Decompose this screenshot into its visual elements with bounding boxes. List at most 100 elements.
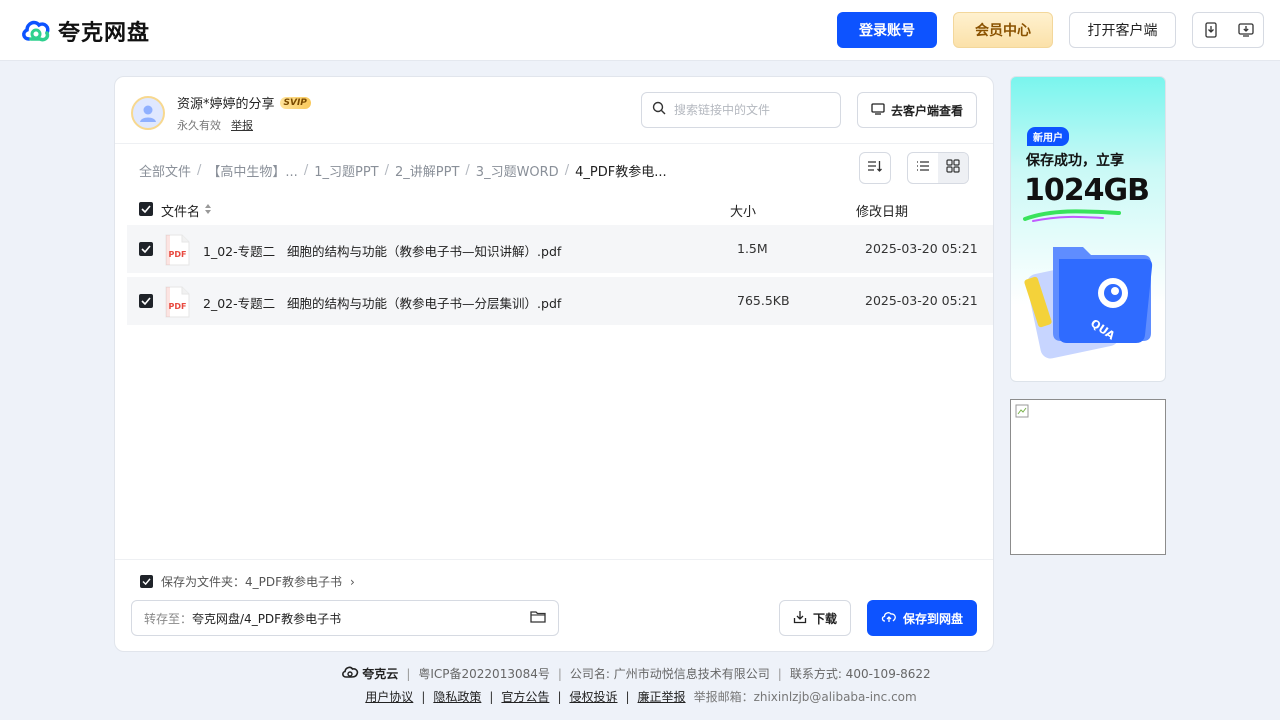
save-path-selector[interactable]: 转存至： 夸克网盘/4_PDF教参电子书	[131, 600, 559, 636]
save-path-label: 转存至：	[144, 611, 193, 626]
breadcrumb-item[interactable]: 3_习题WORD	[476, 161, 559, 180]
grid-view-icon	[946, 159, 960, 177]
cloud-logo-icon	[20, 15, 52, 47]
save-path-value: 夸克网盘/4_PDF教参电子书	[192, 611, 342, 626]
search-box[interactable]	[641, 92, 841, 128]
row-checkbox[interactable]	[139, 294, 153, 308]
download-label: 下载	[812, 611, 837, 626]
breadcrumb-separator: /	[303, 163, 309, 178]
footer-link-announcement[interactable]: 官方公告	[501, 688, 549, 705]
file-date: 2025-03-20 05:21	[865, 293, 978, 308]
svg-text:PDF: PDF	[169, 250, 187, 259]
promo-capacity: 1024GB	[1024, 173, 1150, 208]
footer-link-user-agreement[interactable]: 用户协议	[365, 688, 413, 705]
view-toggle	[907, 152, 969, 184]
open-client-button[interactable]: 打开客户端	[1069, 12, 1176, 48]
vip-center-button[interactable]: 会员中心	[953, 12, 1053, 48]
breadcrumb-separator: /	[465, 163, 470, 178]
file-name[interactable]: 1_02-专题二 细胞的结构与功能（教参电子书—知识讲解）.pdf	[203, 241, 561, 260]
table-row[interactable]: PDF 2_02-专题二 细胞的结构与功能（教参电子书—分层集训）.pdf 76…	[127, 277, 993, 325]
contact-info: 联系方式: 400-109-8622	[789, 667, 931, 681]
sharer-name: 资源*婷婷的分享	[177, 97, 275, 112]
footer-separator: |	[557, 689, 562, 704]
column-date-header: 修改日期	[856, 205, 909, 220]
broken-image-icon	[1015, 404, 1029, 422]
breadcrumb-item[interactable]: 1_习题PPT	[314, 161, 378, 180]
footer-logo-text: 夸克云	[362, 667, 399, 681]
sharer-info: 资源*婷婷的分享 SVIP 永久有效 举报	[131, 93, 311, 133]
column-size-header: 大小	[730, 205, 757, 220]
footer-link-integrity-report[interactable]: 廉正举报	[638, 688, 686, 705]
footer-links: 用户协议 | 隐私政策 | 官方公告 | 侵权投诉 | 廉正举报 举报邮箱：zh…	[0, 688, 1280, 705]
table-row[interactable]: PDF 1_02-专题二 细胞的结构与功能（教参电子书—知识讲解）.pdf 1.…	[127, 225, 993, 273]
header-icon-group	[1192, 12, 1264, 48]
promo-underline-swoosh	[1023, 205, 1123, 227]
footer-link-privacy[interactable]: 隐私政策	[433, 688, 481, 705]
sort-arrows-icon	[204, 203, 212, 219]
download-button[interactable]: 下载	[779, 600, 851, 636]
row-checkbox[interactable]	[139, 242, 153, 256]
search-icon	[652, 101, 666, 119]
file-size: 765.5KB	[737, 293, 790, 308]
sort-icon	[867, 159, 883, 177]
svip-badge: SVIP	[279, 96, 311, 109]
search-input[interactable]	[674, 103, 824, 117]
file-date: 2025-03-20 05:21	[865, 241, 978, 256]
download-icon	[793, 610, 807, 627]
footer-separator: |	[625, 689, 630, 704]
footer-info: 夸克云 | 粤ICP备2022013084号 | 公司名: 广州市动悦信息技术有…	[0, 665, 1272, 682]
folder-illustration-icon: QUA	[1021, 237, 1157, 365]
sort-button[interactable]	[859, 152, 891, 184]
column-name-label: 文件名	[161, 205, 201, 220]
list-view-button[interactable]	[908, 153, 938, 183]
save-as-folder-option[interactable]: 保存为文件夹：4_PDF教参电子书 ›	[140, 573, 355, 590]
desktop-download-icon[interactable]	[1228, 13, 1263, 47]
footer-separator: |	[489, 689, 494, 704]
save-as-folder-checkbox[interactable]	[140, 575, 153, 588]
promo-text: 保存成功，立享	[1026, 153, 1124, 169]
report-email: 举报邮箱：zhixinlzjb@alibaba-inc.com	[693, 690, 917, 704]
cloud-upload-icon	[881, 610, 897, 626]
file-name[interactable]: 2_02-专题二 细胞的结构与功能（教参电子书—分层集训）.pdf	[203, 293, 561, 312]
view-in-client-label: 去客户端查看	[890, 103, 963, 118]
promo-banner[interactable]: 新用户 保存成功，立享 1024GB QUA	[1010, 76, 1166, 382]
icp-number[interactable]: 粤ICP备2022013084号	[418, 665, 550, 682]
table-header: 文件名 大小 修改日期	[139, 199, 969, 221]
breadcrumb-separator: /	[564, 163, 570, 178]
breadcrumb-separator: /	[197, 163, 202, 178]
login-button[interactable]: 登录账号	[837, 12, 937, 48]
breadcrumb-item[interactable]: 全部文件	[139, 161, 191, 180]
folder-icon[interactable]	[530, 610, 546, 626]
footer-separator: |	[777, 666, 782, 681]
footer-logo: 夸克云	[341, 665, 398, 682]
brand-name: 夸克网盘	[58, 21, 151, 46]
list-view-icon	[916, 160, 930, 176]
footer-separator: |	[557, 666, 562, 681]
chevron-right-icon: ›	[350, 574, 355, 589]
footer-separator: |	[421, 689, 426, 704]
pdf-file-icon: PDF	[164, 234, 190, 270]
avatar	[131, 96, 165, 130]
validity-text: 永久有效	[177, 119, 221, 132]
file-size: 1.5M	[737, 241, 768, 256]
footer-divider	[115, 559, 993, 560]
column-name-header[interactable]: 文件名	[161, 201, 212, 220]
share-card: 资源*婷婷的分享 SVIP 永久有效 举报 去客户端查看 全部文件 / 【高中生…	[114, 76, 994, 652]
company-name: 公司名: 广州市动悦信息技术有限公司	[569, 667, 770, 681]
view-in-client-button[interactable]: 去客户端查看	[857, 92, 977, 128]
footer-link-infringement[interactable]: 侵权投诉	[569, 688, 617, 705]
report-link[interactable]: 举报	[231, 117, 253, 133]
save-as-folder-label: 保存为文件夹：4_PDF教参电子书	[161, 575, 343, 589]
footer-separator: |	[406, 666, 411, 681]
ad-placeholder[interactable]	[1010, 399, 1166, 555]
top-header: 夸克网盘 登录账号 会员中心 打开客户端	[0, 0, 1280, 61]
select-all-checkbox[interactable]	[139, 202, 153, 216]
save-to-drive-button[interactable]: 保存到网盘	[867, 600, 977, 636]
svg-text:PDF: PDF	[169, 302, 187, 311]
breadcrumb-item[interactable]: 【高中生物】...	[207, 161, 297, 180]
logo[interactable]: 夸克网盘	[20, 15, 150, 47]
grid-view-button[interactable]	[938, 153, 968, 183]
quark-cloud-icon	[341, 665, 359, 682]
breadcrumb-item[interactable]: 2_讲解PPT	[395, 161, 459, 180]
mobile-download-icon[interactable]	[1193, 13, 1228, 47]
